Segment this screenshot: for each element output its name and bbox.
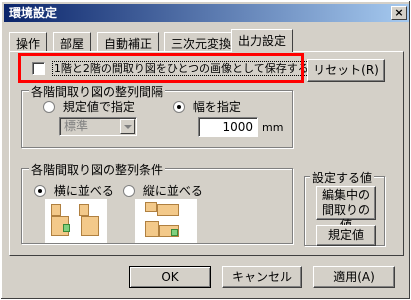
align-group-title: 各階間取り図の整列条件 bbox=[29, 161, 166, 178]
default-spacing-radio[interactable]: 規定値で指定 bbox=[43, 98, 135, 115]
horizontal-radio-dot[interactable] bbox=[34, 184, 46, 197]
tab-auto-correct[interactable]: 自動補正 bbox=[97, 32, 160, 51]
settings-window: 環境設定 × 操作 部屋 自動補正 三次元変換 出力設定 1階と2階の間取り図を… bbox=[0, 0, 411, 300]
reset-button[interactable]: リセット(R) bbox=[307, 59, 385, 82]
chevron-down-icon[interactable] bbox=[120, 119, 135, 134]
vertical-radio[interactable]: 縦に並べる bbox=[123, 182, 203, 199]
close-button[interactable]: × bbox=[391, 6, 407, 20]
spacing-preset-combo[interactable]: 標準 bbox=[59, 117, 137, 136]
tab-operation[interactable]: 操作 bbox=[9, 32, 48, 51]
horizontal-layout-thumbnail bbox=[45, 199, 107, 243]
title-bar: 環境設定 × bbox=[4, 4, 409, 22]
combo-value: 標準 bbox=[64, 119, 89, 133]
apply-button[interactable]: 適用(A) bbox=[313, 266, 395, 288]
width-spacing-radio[interactable]: 幅を指定 bbox=[173, 98, 241, 115]
cancel-button[interactable]: キャンセル bbox=[222, 266, 302, 288]
vertical-radio-dot[interactable] bbox=[123, 184, 135, 197]
tab-strip: 操作 部屋 自動補正 三次元変換 出力設定 bbox=[9, 29, 409, 52]
vertical-layout-thumbnail bbox=[135, 199, 197, 243]
tab-3d-convert[interactable]: 三次元変換 bbox=[164, 32, 239, 51]
width-unit: mm bbox=[262, 121, 284, 134]
default-spacing-radio-dot[interactable] bbox=[43, 100, 55, 113]
window-title: 環境設定 bbox=[9, 6, 58, 20]
setting-value-title: 設定する値 bbox=[310, 169, 375, 186]
current-layout-value-button[interactable]: 編集中の間取りの値 bbox=[316, 186, 376, 232]
default-value-button[interactable]: 規定値 bbox=[316, 225, 376, 246]
width-spacing-radio-dot[interactable] bbox=[173, 100, 185, 113]
tab-output-settings[interactable]: 出力設定 bbox=[231, 29, 294, 52]
tab-room[interactable]: 部屋 bbox=[53, 32, 92, 51]
ok-button[interactable]: OK bbox=[129, 266, 211, 288]
horizontal-radio[interactable]: 横に並べる bbox=[34, 182, 114, 199]
close-icon: × bbox=[394, 6, 404, 19]
width-input[interactable]: 1000 bbox=[198, 117, 258, 137]
red-highlight-box bbox=[18, 53, 304, 83]
